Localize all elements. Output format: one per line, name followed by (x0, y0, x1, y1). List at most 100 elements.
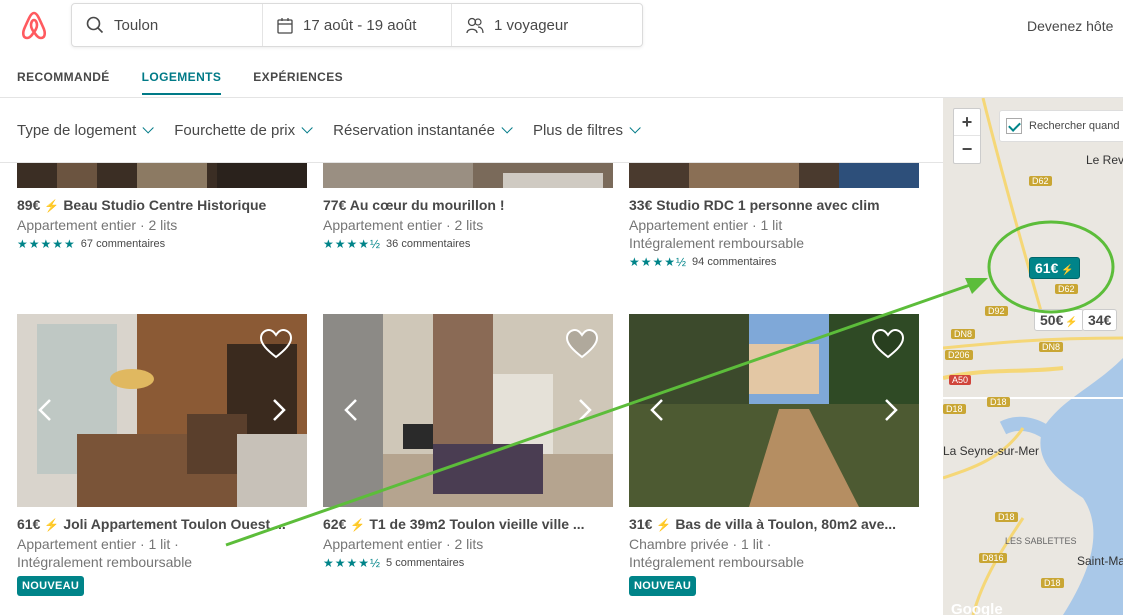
search-toggle-label: Rechercher quand (1029, 120, 1120, 132)
listing-name: Au cœur du mourillon ! (349, 197, 505, 213)
listing-name: Studio RDC 1 personne avec clim (656, 197, 880, 213)
guests-value: 1 voyageur (494, 16, 569, 34)
star-rating-icon: ★★★★★ (17, 237, 76, 251)
listing-title[interactable]: 61€ ⚡ Joli Appartement Toulon Ouest ... (17, 516, 307, 532)
search-as-move-toggle[interactable]: Rechercher quand (999, 110, 1123, 142)
heart-icon[interactable] (871, 328, 905, 360)
filter-instant-book[interactable]: Réservation instantanée (333, 121, 513, 139)
airbnb-logo-icon[interactable] (17, 10, 51, 42)
chevron-right-icon[interactable] (881, 398, 901, 422)
road-label: A50 (949, 375, 972, 385)
listing-price: 33€ (629, 197, 653, 213)
pin-price: 61€ (1035, 260, 1059, 276)
listing-name: Beau Studio Centre Historique (63, 197, 267, 213)
listing-rating: ★★★★½ 94 commentaires (629, 255, 919, 269)
dates-value: 17 août - 19 août (303, 16, 417, 34)
instant-book-icon: ⚡ (1061, 265, 1074, 276)
filter-bar: Type de logement Fourchette de prix Rése… (0, 98, 943, 163)
tab-logements[interactable]: LOGEMENTS (141, 70, 222, 95)
listing-type: Appartement entier · 2 lits (323, 536, 484, 552)
become-host-link[interactable]: Devenez hôte (1027, 18, 1113, 34)
instant-book-icon: ⚡ (44, 518, 60, 532)
chevron-left-icon[interactable] (35, 398, 55, 422)
listing-photo[interactable] (629, 314, 919, 507)
dates-field[interactable]: 17 août - 19 août (263, 4, 452, 46)
listing-cancellation: Intégralement remboursable (629, 554, 805, 570)
guests-icon (466, 17, 484, 33)
listing-price: 61€ (17, 516, 41, 532)
map-price-pin-active[interactable]: 61€ ⚡ (1029, 257, 1080, 279)
chevron-left-icon[interactable] (341, 398, 361, 422)
top-header: Toulon 17 août - 19 août 1 voyageur Deve… (0, 0, 1123, 98)
search-icon (86, 16, 104, 34)
listing-rating: ★★★★★ 67 commentaires (17, 237, 307, 251)
filter-instant-book-label: Réservation instantanée (333, 121, 495, 139)
map-place-label: Saint-Ma (1077, 554, 1123, 568)
road-label: D18 (995, 512, 1018, 522)
heart-icon[interactable] (259, 328, 293, 360)
road-label: D92 (985, 306, 1008, 316)
listing-type: Appartement entier · 1 lit · (17, 536, 179, 552)
road-label: D18 (1041, 578, 1064, 588)
listings-grid: 89€ ⚡ Beau Studio Centre Historique Appart… (0, 163, 943, 615)
road-label: D62 (1055, 284, 1078, 294)
heart-icon[interactable] (565, 328, 599, 360)
chevron-down-icon (142, 122, 155, 134)
instant-book-icon: ⚡ (350, 518, 366, 532)
filter-more[interactable]: Plus de filtres (532, 121, 641, 139)
listing-title[interactable]: 31€ ⚡ Bas de villa à Toulon, 80m2 ave... (629, 516, 919, 532)
listing-title[interactable]: 33€ Studio RDC 1 personne avec clim (629, 197, 919, 213)
road-label: D18 (987, 397, 1010, 407)
review-count: 36 commentaires (386, 238, 471, 250)
zoom-in-button[interactable]: + (954, 109, 980, 136)
calendar-icon (277, 17, 293, 34)
review-count: 5 commentaires (386, 557, 465, 569)
listing-price: 89€ (17, 197, 41, 213)
map-panel[interactable]: + − Rechercher quand Le Rev D62 D62 D92 … (943, 98, 1123, 615)
tab-recommande[interactable]: RECOMMANDÉ (17, 70, 110, 95)
instant-book-icon: ⚡ (656, 518, 672, 532)
chevron-right-icon[interactable] (269, 398, 289, 422)
tab-experiences[interactable]: EXPÉRIENCES (253, 70, 343, 95)
listing-photo[interactable] (629, 163, 919, 188)
listing-photo[interactable] (17, 314, 307, 507)
zoom-out-button[interactable]: − (954, 136, 980, 163)
chevron-left-icon[interactable] (647, 398, 667, 422)
chevron-down-icon (501, 122, 513, 134)
listing-photo[interactable] (323, 314, 613, 507)
search-bar[interactable]: Toulon 17 août - 19 août 1 voyageur (71, 3, 643, 47)
google-logo: Google (951, 601, 1003, 615)
map-price-pin[interactable]: 50€ ⚡ (1034, 309, 1084, 331)
listing-title[interactable]: 89€ ⚡ Beau Studio Centre Historique (17, 197, 307, 213)
listing-price: 62€ (323, 516, 347, 532)
filter-type[interactable]: Type de logement (17, 121, 155, 139)
guests-field[interactable]: 1 voyageur (452, 4, 642, 46)
road-label: DN8 (951, 329, 976, 339)
location-field[interactable]: Toulon (72, 4, 263, 46)
review-count: 94 commentaires (692, 256, 777, 268)
listing-rating: ★★★★½ 5 commentaires (323, 556, 613, 570)
listing-title[interactable]: 62€ ⚡ T1 de 39m2 Toulon vieille ville ... (323, 516, 613, 532)
road-label: D18 (943, 404, 966, 414)
filter-more-label: Plus de filtres (532, 121, 623, 139)
listing-name: Joli Appartement Toulon Ouest ... (63, 516, 286, 532)
map-zoom-control: + − (953, 108, 981, 164)
chevron-right-icon[interactable] (575, 398, 595, 422)
filter-price[interactable]: Fourchette de prix (174, 121, 313, 139)
filter-price-label: Fourchette de prix (174, 121, 296, 139)
listing-rating: ★★★★½ 36 commentaires (323, 237, 613, 251)
listing-name: Bas de villa à Toulon, 80m2 ave... (675, 516, 897, 532)
map-price-pin[interactable]: 34€ (1082, 309, 1118, 331)
listing-photo[interactable] (323, 163, 613, 188)
checkbox-checked-icon[interactable] (1006, 118, 1022, 134)
star-rating-icon: ★★★★½ (323, 556, 382, 570)
listing-cancellation: Intégralement remboursable (629, 235, 805, 251)
listing-type: Appartement entier · 2 lits (17, 217, 178, 233)
map-place-label: La Seyne-sur-Mer (943, 444, 1040, 458)
listing-photo[interactable] (17, 163, 307, 188)
map-place-label: LES SABLETTES (1005, 536, 1077, 546)
review-count: 67 commentaires (80, 238, 166, 250)
listing-title[interactable]: 77€ Au cœur du mourillon ! (323, 197, 613, 213)
listing-type: Chambre privée · 1 lit · (629, 536, 772, 552)
filter-type-label: Type de logement (17, 121, 137, 139)
